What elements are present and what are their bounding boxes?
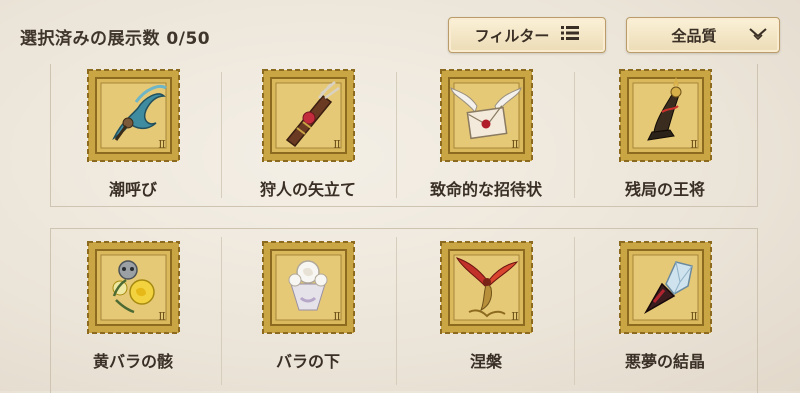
svg-text:Ⅱ: Ⅱ <box>333 138 340 151</box>
svg-text:Ⅱ: Ⅱ <box>158 310 165 323</box>
svg-text:Ⅱ: Ⅱ <box>690 310 697 323</box>
item-label: 残局の王将 <box>624 180 705 199</box>
exhibit-count-title: 選択済みの展示数 0/50 <box>20 29 211 49</box>
column-divider <box>396 72 397 198</box>
column-divider <box>574 72 575 198</box>
svg-text:Ⅱ: Ⅱ <box>158 138 165 151</box>
svg-text:Ⅱ: Ⅱ <box>333 310 340 323</box>
svg-text:Ⅱ: Ⅱ <box>511 138 518 151</box>
svg-text:Ⅱ: Ⅱ <box>690 138 697 151</box>
list-filter-icon <box>561 26 580 44</box>
yellow-rose-icon: Ⅱ <box>86 240 181 335</box>
filter-button-label: フィルター <box>474 26 550 45</box>
item-label: 狩人の矢立て <box>259 180 356 199</box>
item-label: 涅槃 <box>469 352 502 371</box>
column-divider <box>221 237 222 385</box>
item-label: 致命的な招待状 <box>429 180 542 199</box>
white-rose-icon: Ⅱ <box>261 240 356 335</box>
item-label: 黄バラの骸 <box>92 352 173 371</box>
chevron-down-icon <box>749 27 767 45</box>
winged-letter-icon: Ⅱ <box>439 68 534 163</box>
item-label: 悪夢の結晶 <box>624 352 705 371</box>
phoenix-icon: Ⅱ <box>439 240 534 335</box>
item-label: バラの下 <box>275 352 340 371</box>
quality-dropdown[interactable]: 全品質 <box>626 17 780 53</box>
crystal-icon: Ⅱ <box>618 240 713 335</box>
item-label: 潮呼び <box>108 180 157 199</box>
column-divider <box>574 237 575 385</box>
quiver-icon: Ⅱ <box>261 68 356 163</box>
column-divider <box>221 72 222 198</box>
sea-serpent-icon: Ⅱ <box>86 68 181 163</box>
column-divider <box>396 237 397 385</box>
filter-button[interactable]: フィルター <box>448 17 606 53</box>
chess-king-icon: Ⅱ <box>618 68 713 163</box>
quality-dropdown-label: 全品質 <box>671 26 717 45</box>
svg-text:Ⅱ: Ⅱ <box>511 310 518 323</box>
